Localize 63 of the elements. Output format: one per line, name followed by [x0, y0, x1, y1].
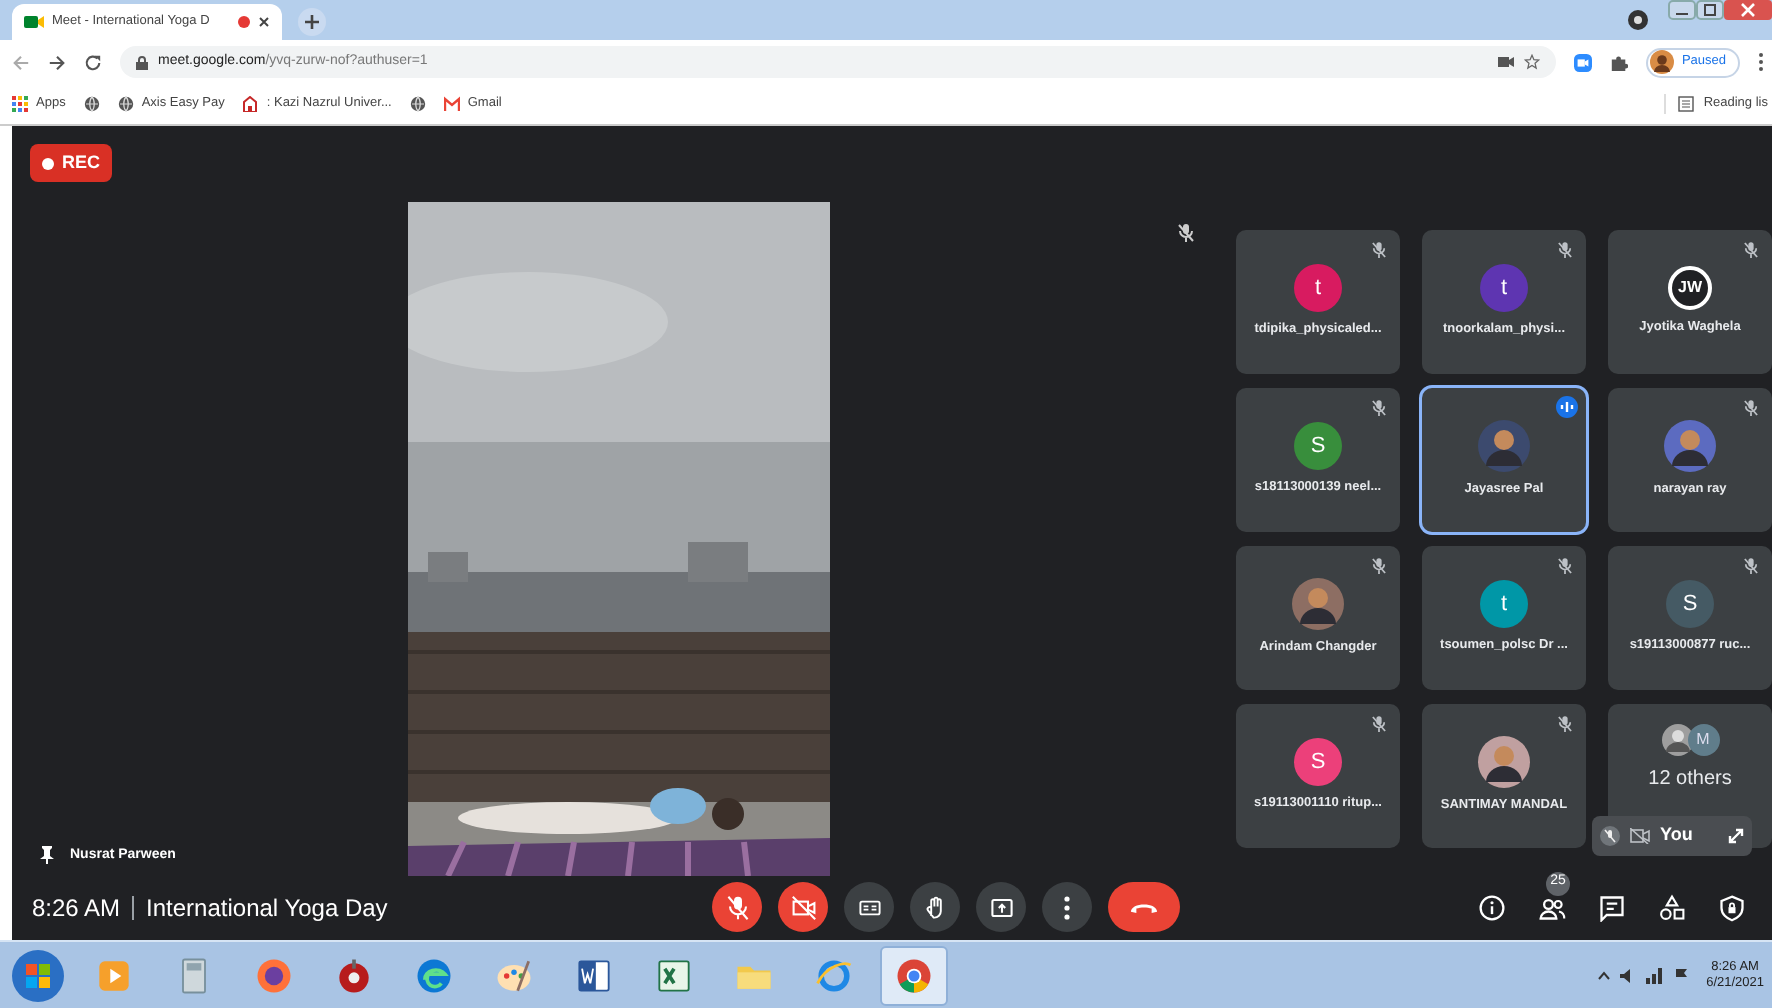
captions-button[interactable]	[844, 882, 894, 932]
video-extension-icon[interactable]	[1573, 53, 1592, 71]
info-icon	[1478, 893, 1506, 921]
chevron-up-icon[interactable]	[1598, 970, 1611, 980]
mic-button[interactable]	[712, 882, 762, 932]
menu-icon[interactable]	[1758, 52, 1764, 72]
recording-badge: REC	[30, 144, 113, 182]
close-icon[interactable]	[258, 16, 270, 28]
avatar	[1661, 724, 1693, 756]
self-label: You	[1660, 822, 1693, 849]
signal-icon[interactable]	[1646, 967, 1665, 983]
avatar-icon	[1649, 50, 1674, 74]
present-button[interactable]	[976, 882, 1026, 932]
avatar: t	[1480, 580, 1528, 629]
avatar: M	[1687, 724, 1719, 756]
avatar: JW	[1668, 266, 1712, 311]
camera-off-icon	[787, 891, 819, 923]
safety-button[interactable]	[1716, 891, 1748, 923]
account-icon[interactable]	[1628, 10, 1648, 30]
globe-icon	[117, 96, 134, 112]
people-icon	[1538, 893, 1566, 921]
avatar: S	[1666, 580, 1714, 629]
expand-icon[interactable]	[1728, 828, 1744, 844]
chat-button[interactable]	[1596, 891, 1628, 923]
maximize-icon[interactable]	[1696, 0, 1724, 20]
info-button[interactable]	[1476, 891, 1508, 923]
star-icon[interactable]	[1523, 54, 1540, 70]
camera-icon	[1497, 56, 1514, 68]
leave-call-button[interactable]	[1108, 882, 1180, 932]
others-label: 12 others	[1648, 766, 1732, 794]
shapes-icon	[1658, 893, 1686, 921]
new-tab-icon[interactable]	[298, 8, 326, 36]
start-button[interactable]	[8, 945, 68, 1005]
shield-lock-icon	[1718, 893, 1746, 921]
list-icon	[1677, 96, 1694, 112]
mail-icon	[443, 96, 460, 112]
avatar: t	[1480, 264, 1528, 313]
camera-icon	[24, 14, 44, 30]
activities-button[interactable]	[1656, 891, 1688, 923]
more-button[interactable]	[1042, 882, 1092, 932]
forward-icon[interactable]	[48, 53, 66, 71]
building-icon	[242, 96, 259, 112]
meeting-title: International Yoga Day	[146, 891, 388, 925]
avatar: S	[1294, 422, 1342, 471]
globe-icon[interactable]	[409, 96, 426, 112]
globe-icon[interactable]	[83, 96, 100, 112]
audio-level-icon	[1556, 396, 1578, 418]
flag-icon[interactable]	[1674, 967, 1689, 983]
mic-off-icon	[1178, 224, 1194, 242]
reload-icon[interactable]	[84, 53, 102, 71]
camera-button[interactable]	[778, 882, 828, 932]
more-icon	[1064, 895, 1070, 919]
hand-button[interactable]	[910, 882, 960, 932]
puzzle-icon[interactable]	[1609, 53, 1628, 71]
avatar: t	[1294, 264, 1342, 313]
meeting-time: 8:26 AM	[32, 891, 121, 925]
end-call-icon	[1130, 901, 1158, 913]
lock-icon	[136, 55, 148, 69]
taskbar-button[interactable]	[880, 945, 948, 1005]
avatar: S	[1294, 738, 1342, 787]
chat-icon	[1598, 893, 1626, 921]
apps-grid-icon	[12, 96, 28, 112]
minimize-icon[interactable]	[1668, 0, 1696, 20]
